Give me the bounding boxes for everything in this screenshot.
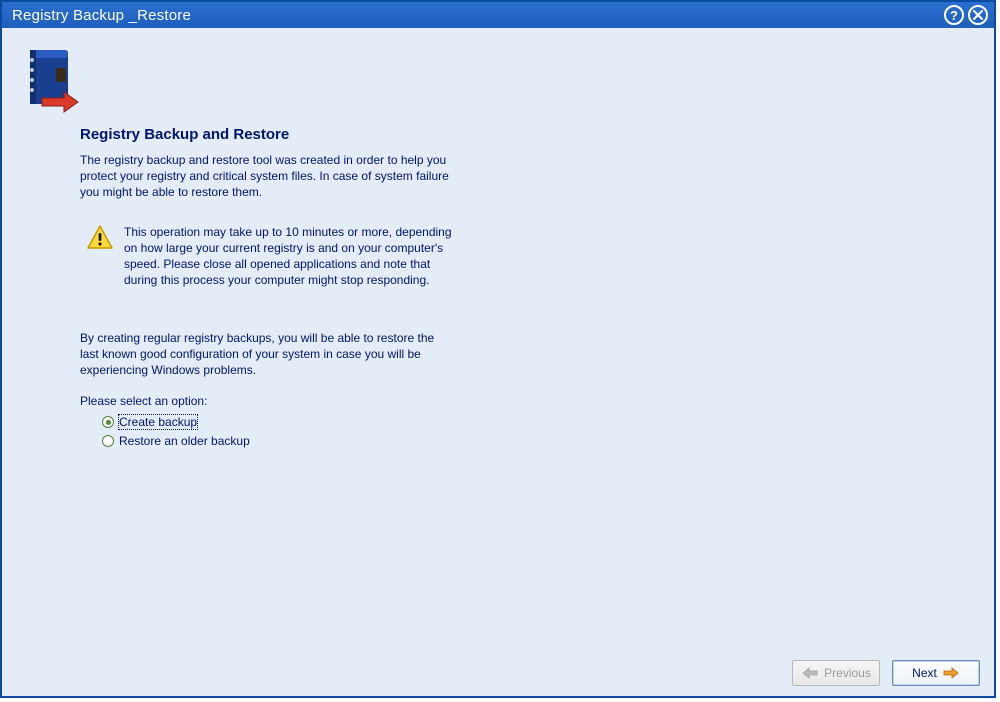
close-button[interactable] bbox=[968, 5, 988, 25]
close-icon bbox=[972, 9, 984, 21]
option-restore-backup[interactable]: Restore an older backup bbox=[102, 433, 251, 449]
help-button[interactable]: ? bbox=[944, 5, 964, 25]
intro-text: The registry backup and restore tool was… bbox=[80, 152, 470, 200]
option-restore-label: Restore an older backup bbox=[118, 433, 251, 449]
warning-text: This operation may take up to 10 minutes… bbox=[124, 224, 452, 288]
next-button[interactable]: Next bbox=[892, 660, 980, 686]
option-create-label: Create backup bbox=[118, 414, 198, 430]
content-area: Registry Backup and Restore The registry… bbox=[2, 28, 994, 696]
radio-icon bbox=[102, 416, 114, 428]
previous-button: Previous bbox=[792, 660, 880, 686]
next-label: Next bbox=[912, 666, 937, 680]
option-create-backup[interactable]: Create backup bbox=[102, 414, 251, 430]
arrow-right-icon bbox=[942, 667, 960, 679]
title-bar: Registry Backup _Restore ? bbox=[2, 2, 994, 28]
window-title: Registry Backup _Restore bbox=[12, 7, 944, 24]
previous-label: Previous bbox=[824, 666, 871, 680]
arrow-left-icon bbox=[801, 667, 819, 679]
registry-book-icon bbox=[24, 46, 80, 119]
radio-icon bbox=[102, 435, 114, 447]
select-option-label: Please select an option: bbox=[80, 394, 207, 408]
backup-info-text: By creating regular registry backups, yo… bbox=[80, 330, 450, 378]
page-heading: Registry Backup and Restore bbox=[80, 126, 289, 143]
warning-icon bbox=[86, 224, 114, 250]
